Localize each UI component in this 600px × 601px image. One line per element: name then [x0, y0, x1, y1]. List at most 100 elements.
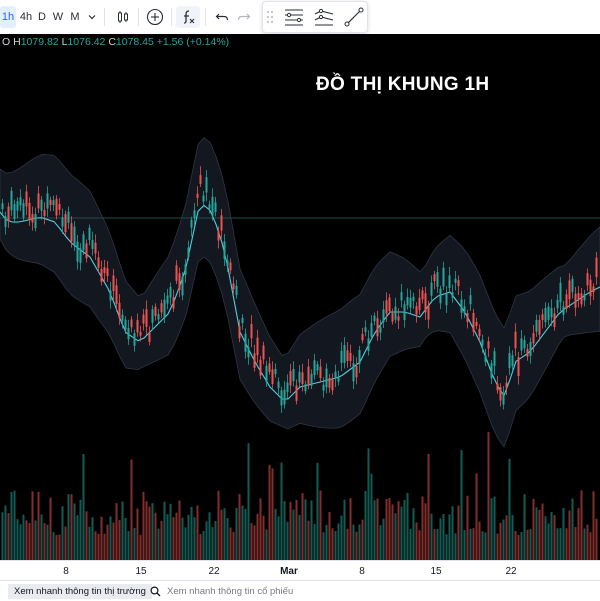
drag-handle-icon[interactable]: [266, 10, 274, 29]
x-tick-label: 8: [63, 566, 69, 577]
volume-bar: [328, 511, 331, 560]
volume-bar: [157, 528, 160, 560]
candle-body: [466, 313, 469, 322]
volume-bar: [196, 505, 199, 560]
volume-bar: [568, 510, 571, 560]
add-indicator-icon[interactable]: [144, 6, 166, 28]
candle-body: [112, 275, 115, 292]
stock-search-input[interactable]: Xem nhanh thông tin cổ phiếu: [144, 584, 299, 599]
undo-icon[interactable]: [212, 6, 232, 28]
candle-body: [25, 191, 28, 207]
candle-body: [346, 350, 349, 362]
volume-bar: [172, 517, 175, 560]
candle-body: [169, 286, 172, 298]
interval-w-button[interactable]: W: [51, 6, 65, 28]
interval-4h-button[interactable]: 4h: [17, 6, 35, 28]
interval-1h-button[interactable]: 1h: [0, 6, 16, 28]
volume-bar: [499, 522, 502, 560]
candle-body: [394, 306, 397, 320]
overlay-title: ĐỒ THỊ KHUNG 1H: [316, 74, 490, 95]
indicators-icon[interactable]: [176, 6, 200, 28]
volume-bar: [211, 527, 214, 560]
volume-bar: [529, 529, 532, 560]
candle-body: [379, 327, 382, 333]
candle-body: [436, 272, 439, 287]
candle-body: [22, 203, 25, 218]
candle-body: [28, 202, 31, 221]
candle-body: [304, 384, 307, 392]
bollinger-band-area: [0, 137, 600, 448]
candle-body: [250, 324, 253, 339]
horizontal-lines-icon[interactable]: [283, 6, 305, 33]
candle-body: [400, 292, 403, 301]
volume-bar: [205, 521, 208, 560]
volume-bar: [325, 524, 328, 560]
candle-body: [163, 299, 166, 318]
candle-body: [340, 350, 343, 363]
candle-body: [103, 267, 106, 274]
candle-body: [538, 320, 541, 335]
candle-body: [505, 382, 508, 388]
chevron-down-icon[interactable]: [84, 6, 100, 28]
candle-body: [442, 267, 445, 287]
candle-body: [298, 371, 301, 383]
volume-bar: [241, 505, 244, 560]
candle-body: [37, 193, 40, 209]
candle-body: [133, 333, 136, 346]
interval-d-button[interactable]: D: [36, 6, 48, 28]
volume-bar: [478, 521, 481, 560]
time-axis[interactable]: 8 15 22 Mar 8 15 22: [0, 560, 600, 581]
volume-bar: [457, 505, 460, 560]
candle-body: [526, 349, 529, 357]
x-tick-label: 22: [505, 566, 517, 577]
volume-bar: [592, 491, 595, 560]
candle-body: [253, 353, 256, 368]
volume-bar: [304, 499, 307, 560]
candles-icon[interactable]: [112, 6, 134, 28]
volume-bar: [79, 499, 82, 560]
volume-bar: [460, 450, 463, 560]
volume-bar: [193, 517, 196, 560]
candle-body: [523, 340, 526, 349]
candle-body: [172, 297, 175, 309]
volume-bar: [52, 532, 55, 560]
volume-bar: [310, 500, 313, 560]
volume-bar: [580, 490, 583, 560]
candle-body: [460, 299, 463, 313]
ohlc-change: +1.56 (+0.14%): [156, 36, 230, 48]
volume-bar: [463, 530, 466, 560]
price-chart[interactable]: O H1079.82 L1076.42 C1078.45 +1.56 (+0.1…: [0, 34, 600, 580]
volume-bar: [388, 498, 391, 560]
volume-bar: [259, 498, 262, 560]
brush-icon[interactable]: [343, 6, 365, 33]
candle-body: [259, 359, 262, 376]
x-tick-label: 22: [208, 566, 220, 577]
candle-body: [454, 278, 457, 283]
candle-body: [307, 366, 310, 386]
volume-bar: [199, 533, 202, 560]
redo-icon[interactable]: [234, 6, 254, 28]
candle-body: [310, 373, 313, 386]
volume-bar: [43, 523, 46, 560]
candle-body: [373, 315, 376, 322]
trend-lines-icon[interactable]: [313, 6, 335, 33]
volume-bar: [88, 526, 91, 560]
volume-bar: [553, 515, 556, 560]
volume-bar: [472, 528, 475, 560]
market-info-button[interactable]: Xem nhanh thông tin thị trường: [8, 584, 152, 599]
candle-body: [178, 273, 181, 290]
candle-body: [220, 215, 223, 231]
x-tick-label: 8: [359, 566, 365, 577]
candle-body: [67, 211, 70, 223]
volume-bar: [73, 503, 76, 560]
volume-bar: [34, 520, 37, 560]
interval-m-button[interactable]: M: [68, 6, 82, 28]
candle-body: [520, 338, 523, 351]
volume-bar: [292, 509, 295, 560]
candle-body: [457, 280, 460, 287]
candle-body: [121, 314, 124, 321]
candle-body: [205, 177, 208, 193]
volume-bar: [181, 517, 184, 560]
volume-bar: [145, 501, 148, 560]
candle-body: [388, 297, 391, 312]
